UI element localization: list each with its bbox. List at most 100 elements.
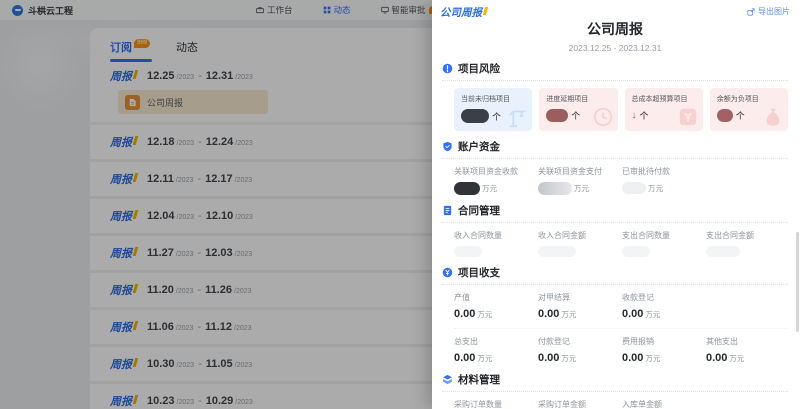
stat-label: 关联项目资金收款 — [454, 166, 538, 177]
stat-label: 收入合同数量 — [454, 230, 538, 241]
redacted-value — [622, 182, 646, 194]
divider — [442, 222, 788, 223]
clock-icon — [592, 106, 614, 128]
stat-value: 万元 — [538, 182, 622, 195]
redacted-value — [546, 109, 568, 122]
section-title: 材料管理 — [458, 372, 500, 387]
redacted-value — [454, 246, 482, 257]
stat-inbound-order-amount: 入库单金额 0.00万元 — [622, 399, 706, 409]
section-header: 材料管理 — [442, 372, 788, 387]
yuan-badge-icon — [677, 106, 699, 128]
risk-card-delayed: 进度延期项目 个 — [539, 88, 617, 131]
stat-unit: 万元 — [645, 309, 660, 320]
stat-output-value: 产值 0.00万元 — [454, 292, 538, 320]
stat-unit: 万元 — [477, 309, 492, 320]
stat-income-contract-amount: 收入合同金额 — [538, 230, 622, 257]
stat-label: 关联项目资金支付 — [538, 166, 622, 177]
contract-stats: 收入合同数量 收入合同金额 支出合同数量 支出合同金额 — [454, 230, 788, 257]
stat-number: 0.00 — [706, 352, 727, 364]
risk-card-over-budget: 总成本超预算项目 ↓ 个 — [625, 88, 703, 131]
alert-circle-icon — [442, 63, 453, 74]
export-icon — [747, 8, 755, 16]
section-header: 账户资金 — [442, 139, 788, 154]
stat-value — [706, 246, 790, 257]
redacted-value — [454, 182, 480, 195]
material-stats: 采购订单数量 0个 采购订单金额 0.00万元 入库单金额 0.00万元 — [454, 399, 788, 409]
risk-card-unarchived: 当前未归档项目 个 — [454, 88, 532, 131]
risk-card-unit: 个 — [492, 110, 501, 123]
divider — [454, 328, 788, 329]
stat-funds-received: 关联项目资金收款 万元 — [454, 166, 538, 195]
section-title: 账户资金 — [458, 139, 500, 154]
report-title: 公司周报 — [442, 19, 788, 39]
stat-value — [538, 246, 622, 257]
stat-label: 费用报销 — [622, 336, 706, 347]
divider — [442, 391, 788, 392]
stat-label: 采购订单数量 — [454, 399, 538, 409]
stat-value: 0.00万元 — [622, 352, 706, 364]
stat-unit: 万元 — [477, 353, 492, 364]
section-project-income-expense: 项目收支 产值 0.00万元 对甲结算 0.00万元 收款登记 0.00万元 总… — [442, 265, 788, 364]
stat-unit: 万元 — [561, 353, 576, 364]
redacted-value — [622, 246, 650, 257]
stat-number: 0.00 — [622, 308, 643, 320]
stat-expense-reimbursement: 费用报销 0.00万元 — [622, 336, 706, 364]
stat-value: 万元 — [454, 182, 538, 195]
risk-card-label: 进度延期项目 — [546, 94, 617, 104]
stat-number: 0.00 — [454, 308, 475, 320]
stat-unit: 万元 — [645, 353, 660, 364]
section-header: 项目收支 — [442, 265, 788, 280]
section-title: 项目收支 — [458, 265, 500, 280]
risk-card-unit: 个 — [640, 109, 649, 122]
redacted-value: ↓ — [632, 110, 637, 122]
risk-card-label: 当前未归档项目 — [461, 94, 532, 104]
stat-number: 0.00 — [538, 308, 559, 320]
stat-label: 采购订单金额 — [538, 399, 622, 409]
report-date-range: 2023.12.25 - 2023.12.31 — [442, 43, 788, 53]
section-header: 项目风险 — [442, 61, 788, 76]
section-account-funds: 账户资金 关联项目资金收款 万元 关联项目资金支付 万元 已审批待付款 — [442, 139, 788, 195]
stat-purchase-order-count: 采购订单数量 0个 — [454, 399, 538, 409]
risk-card-label: 余额为负项目 — [717, 94, 788, 104]
stat-expense-contract-count: 支出合同数量 — [622, 230, 706, 257]
section-header: 合同管理 — [442, 203, 788, 218]
section-contract-management: 合同管理 收入合同数量 收入合同金额 支出合同数量 支出合同金额 — [442, 203, 788, 257]
stat-label: 其他支出 — [706, 336, 790, 347]
stat-approved-pending-payment: 已审批待付款 万元 — [622, 166, 706, 195]
stat-label: 已审批待付款 — [622, 166, 706, 177]
export-label: 导出图片 — [758, 6, 790, 17]
stat-label: 产值 — [454, 292, 538, 303]
risk-card-label: 总成本超预算项目 — [632, 94, 703, 104]
money-bag-icon — [762, 106, 784, 128]
risk-card-unit: 个 — [736, 109, 745, 122]
stat-value: 0.00万元 — [454, 352, 538, 364]
stat-unit: 万元 — [482, 183, 497, 194]
stat-receipt-registration: 收款登记 0.00万元 — [622, 292, 706, 320]
divider — [442, 158, 788, 159]
shield-icon — [442, 141, 453, 152]
stat-unit: 万元 — [561, 309, 576, 320]
stat-label: 支出合同数量 — [622, 230, 706, 241]
export-image-button[interactable]: 导出图片 — [747, 6, 790, 17]
drawer-scrollbar[interactable] — [796, 232, 799, 332]
stat-label: 付款登记 — [538, 336, 622, 347]
stat-label: 总支出 — [454, 336, 538, 347]
stat-value: 0.00万元 — [706, 352, 790, 364]
risk-card-row: 当前未归档项目 个 进度延期项目 个 总成本超预算项目 ↓ 个 — [454, 88, 788, 131]
company-weekly-report-drawer: 公司周报 导出图片 公司周报 2023.12.25 - 2023.12.31 项… — [432, 0, 800, 409]
contract-icon — [442, 205, 453, 216]
material-boxes-icon — [442, 374, 453, 385]
redacted-value — [538, 182, 572, 195]
budget-stats-row-2: 总支出 0.00万元 付款登记 0.00万元 费用报销 0.00万元 其他支出 … — [454, 336, 788, 364]
stat-number: 0.00 — [622, 352, 643, 364]
redacted-value — [706, 246, 740, 257]
section-project-risk: 项目风险 当前未归档项目 个 进度延期项目 个 总成本超预算 — [442, 61, 788, 131]
stat-expense-contract-amount: 支出合同金额 — [706, 230, 790, 257]
redacted-value — [717, 109, 733, 122]
section-title: 合同管理 — [458, 203, 500, 218]
stat-value: 万元 — [622, 182, 706, 194]
stat-value: 0.00万元 — [454, 308, 538, 320]
funds-stats: 关联项目资金收款 万元 关联项目资金支付 万元 已审批待付款 万元 — [454, 166, 788, 195]
company-report-logo: 公司周报 — [440, 5, 487, 20]
stat-value: 0.00万元 — [538, 308, 622, 320]
